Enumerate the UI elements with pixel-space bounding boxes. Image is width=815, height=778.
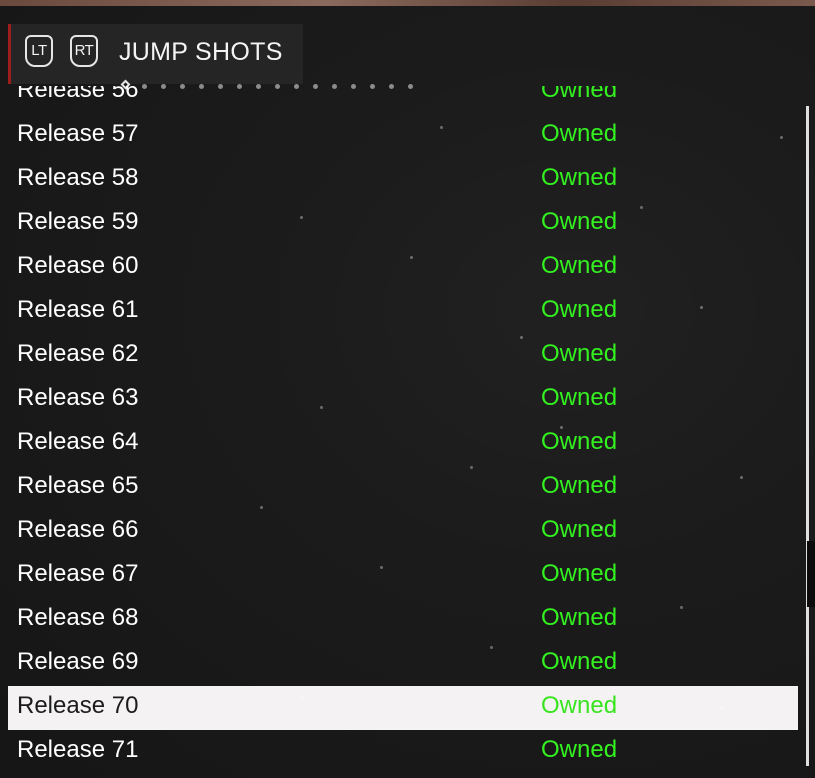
header-accent-bar	[8, 24, 11, 84]
owned-status: Owned	[541, 340, 618, 367]
background-speck	[470, 466, 473, 469]
owned-status: Owned	[541, 120, 618, 147]
release-name: Release 69	[17, 648, 139, 675]
background-speck	[440, 126, 443, 129]
release-name: Release 59	[17, 208, 139, 235]
background-speck	[260, 506, 263, 509]
lt-bumper-button[interactable]: LT	[25, 35, 53, 67]
background-speck	[720, 706, 723, 709]
release-name: Release 67	[17, 560, 139, 587]
list-item[interactable]: Release 56 Owned	[8, 86, 798, 114]
owned-status: Owned	[541, 736, 618, 763]
list-item[interactable]: Release 64 Owned	[8, 422, 798, 466]
background-speck	[640, 206, 643, 209]
list-item[interactable]: Release 63 Owned	[8, 378, 798, 422]
release-name: Release 70	[17, 692, 139, 719]
background-speck	[780, 136, 783, 139]
rt-bumper-button[interactable]: RT	[70, 35, 98, 67]
background-speck	[680, 606, 683, 609]
owned-status: Owned	[541, 164, 618, 191]
owned-status: Owned	[541, 296, 618, 323]
menu-panel: LT RT JUMP SHOTS Release 56 Owned Release …	[0, 6, 815, 778]
owned-status: Owned	[541, 516, 618, 543]
list-item[interactable]: Release 60 Owned	[8, 246, 798, 290]
list-item[interactable]: Release 66 Owned	[8, 510, 798, 554]
background-speck	[600, 526, 603, 529]
list-item[interactable]: Release 68 Owned	[8, 598, 798, 642]
jump-shot-list: Release 56 Owned Release 57 Owned Release 58…	[8, 86, 798, 776]
release-name: Release 64	[17, 428, 139, 455]
owned-status: Owned	[541, 252, 618, 279]
release-name: Release 66	[17, 516, 139, 543]
release-name: Release 65	[17, 472, 139, 499]
owned-status: Owned	[541, 604, 618, 631]
release-name: Release 56	[17, 86, 139, 103]
owned-status: Owned	[541, 428, 618, 455]
category-header: LT RT JUMP SHOTS	[8, 24, 413, 90]
release-name: Release 62	[17, 340, 139, 367]
owned-status: Owned	[541, 560, 618, 587]
list-item[interactable]: Release 62 Owned	[8, 334, 798, 378]
list-item[interactable]: Release 71 Owned	[8, 730, 798, 774]
list-item[interactable]: Release 59 Owned	[8, 202, 798, 246]
background-speck	[490, 646, 493, 649]
list-item[interactable]: Release 58 Owned	[8, 158, 798, 202]
release-name: Release 68	[17, 604, 139, 631]
release-name: Release 61	[17, 296, 139, 323]
background-speck	[700, 306, 703, 309]
owned-status: Owned	[541, 648, 618, 675]
release-name: Release 71	[17, 736, 139, 763]
background-speck	[320, 406, 323, 409]
owned-status: Owned	[541, 208, 618, 235]
background-speck	[410, 256, 413, 259]
game-screen: LT RT JUMP SHOTS Release 56 Owned Release …	[0, 0, 815, 778]
release-name: Release 60	[17, 252, 139, 279]
owned-status: Owned	[541, 472, 618, 499]
background-speck	[380, 566, 383, 569]
background-speck	[560, 426, 563, 429]
release-name: Release 58	[17, 164, 139, 191]
category-title: JUMP SHOTS	[119, 38, 283, 66]
scrollbar-thumb[interactable]	[807, 541, 815, 607]
list-item[interactable]: Release 65 Owned	[8, 466, 798, 510]
owned-status: Owned	[541, 692, 618, 719]
background-speck	[520, 336, 523, 339]
owned-status: Owned	[541, 384, 618, 411]
list-item[interactable]: Release 61 Owned	[8, 290, 798, 334]
release-name: Release 63	[17, 384, 139, 411]
release-name: Release 57	[17, 120, 139, 147]
background-speck	[740, 476, 743, 479]
list-item-selected[interactable]: Release 70 Owned	[8, 686, 798, 730]
owned-status: Owned	[541, 86, 618, 103]
scrollbar-track[interactable]	[806, 106, 809, 766]
list-item[interactable]: Release 69 Owned	[8, 642, 798, 686]
list-item[interactable]: Release 67 Owned	[8, 554, 798, 598]
list-item[interactable]: Release 57 Owned	[8, 114, 798, 158]
background-speck	[300, 696, 303, 699]
background-speck	[300, 216, 303, 219]
